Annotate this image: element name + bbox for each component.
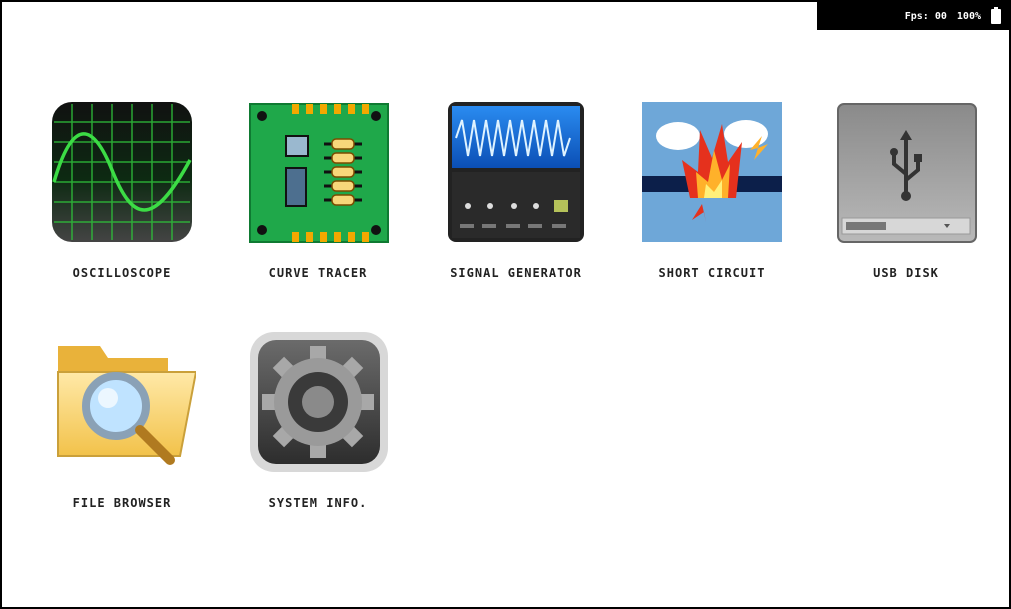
app-short-circuit[interactable]: SHORT CIRCUIT	[632, 100, 792, 280]
app-signal-generator[interactable]: SIGNAL GENERATOR	[436, 100, 596, 280]
app-usb-disk[interactable]: USB DISK	[826, 100, 986, 280]
app-label: CURVE TRACER	[268, 266, 368, 280]
circuit-board-icon	[244, 100, 392, 248]
app-file-browser[interactable]: FILE BROWSER	[42, 330, 202, 510]
usb-icon	[832, 100, 980, 248]
app-label: USB DISK	[873, 266, 939, 280]
app-label: SYSTEM INFO.	[268, 496, 368, 510]
fps-readout: Fps: 00	[904, 10, 947, 22]
app-oscilloscope[interactable]: OSCILLOSCOPE	[42, 100, 202, 280]
app-label: FILE BROWSER	[72, 496, 172, 510]
status-bar: Fps: 00 100%	[817, 2, 1009, 30]
app-curve-tracer[interactable]: CURVE TRACER	[238, 100, 398, 280]
folder-search-icon	[48, 330, 196, 478]
battery-icon	[991, 6, 1001, 24]
signal-generator-icon	[442, 100, 590, 248]
gear-icon	[244, 330, 392, 478]
short-circuit-icon	[638, 100, 786, 248]
app-system-info[interactable]: SYSTEM INFO.	[238, 330, 398, 510]
battery-level: 100%	[956, 10, 981, 22]
app-label: OSCILLOSCOPE	[72, 266, 172, 280]
oscilloscope-icon	[48, 100, 196, 248]
screen-frame: Fps: 00 100% OSCILLOSCOPE CURVE TRACER S…	[0, 0, 1011, 609]
app-label: SHORT CIRCUIT	[658, 266, 766, 280]
app-label: SIGNAL GENERATOR	[450, 266, 582, 280]
